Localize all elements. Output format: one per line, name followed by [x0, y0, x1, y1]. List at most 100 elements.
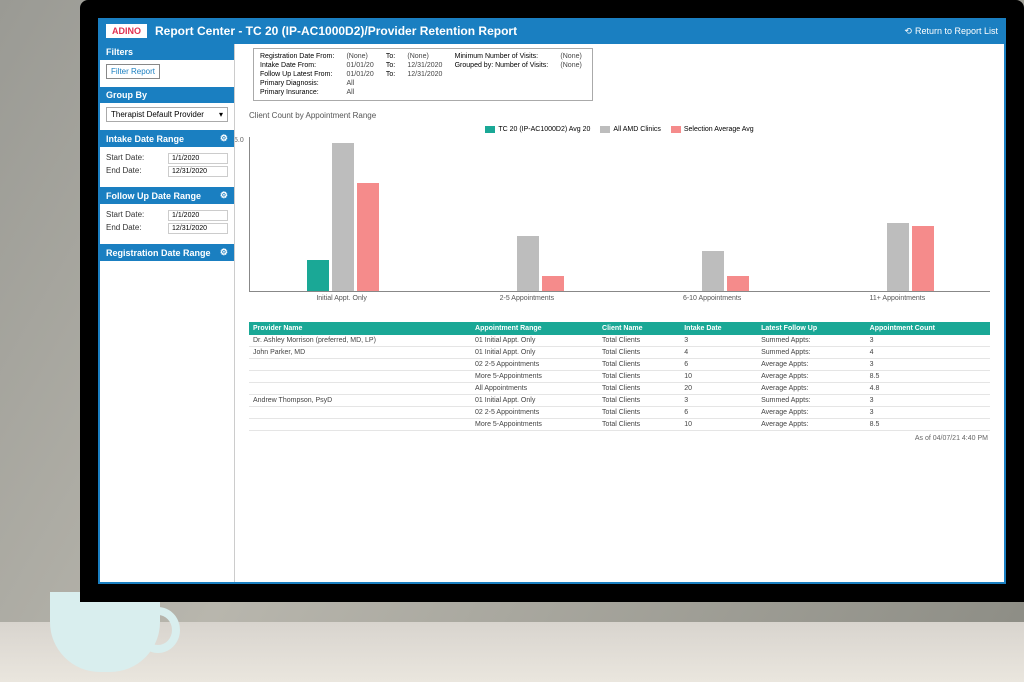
chart-bar	[727, 276, 749, 291]
intake-end-label: End Date:	[106, 166, 142, 177]
brand-logo[interactable]: ADINO	[106, 24, 147, 38]
table-cell: 10	[680, 419, 757, 431]
legend-item: Selection Average Avg	[671, 126, 754, 133]
x-axis-label: 6-10 Appointments	[620, 292, 805, 302]
return-link[interactable]: ⟲ Return to Report List	[904, 26, 998, 37]
bar-chart: TC 20 (IP-AC1000D2) Avg 20 All AMD Clinic…	[249, 126, 990, 316]
gear-icon[interactable]: ⚙	[220, 190, 228, 201]
table-header: Provider Name	[249, 322, 471, 335]
table-cell: Total Clients	[598, 395, 680, 407]
param-value: 12/31/2020	[407, 71, 446, 78]
param-label: Grouped by: Number of Visits:	[455, 62, 553, 69]
page-title: Report Center - TC 20 (IP-AC1000D2)/Prov…	[155, 24, 904, 38]
table-cell: Total Clients	[598, 335, 680, 347]
registration-range-header[interactable]: Registration Date Range ⚙	[100, 244, 234, 261]
intake-start-label: Start Date:	[106, 153, 144, 164]
followup-range-header[interactable]: Follow Up Date Range ⚙	[100, 187, 234, 204]
chart-bar	[357, 183, 379, 291]
table-cell: 4	[866, 347, 990, 359]
table-cell: Summed Appts:	[757, 347, 866, 359]
table-cell: Summed Appts:	[757, 335, 866, 347]
param-value: 01/01/20	[346, 71, 377, 78]
followup-range-panel: Follow Up Date Range ⚙ Start Date: 1/1/2…	[100, 187, 234, 240]
param-label: Registration Date From:	[260, 53, 338, 60]
followup-range-label: Follow Up Date Range	[106, 191, 201, 201]
table-cell: 3	[680, 335, 757, 347]
table-row: More 5-AppointmentsTotal Clients10Averag…	[249, 419, 990, 431]
table-cell: 6	[680, 359, 757, 371]
table-cell: 20	[680, 383, 757, 395]
param-label: To:	[386, 53, 400, 60]
chart-bar	[307, 260, 329, 291]
param-value: (None)	[407, 53, 446, 60]
param-value: (None)	[346, 53, 377, 60]
chart-title: Client Count by Appointment Range	[249, 111, 996, 120]
main-layout: Filters Filter Report Group By Therapist…	[98, 44, 1006, 584]
intake-end-input[interactable]: 12/31/2020	[168, 166, 228, 177]
table-cell: 4	[680, 347, 757, 359]
param-value: All	[346, 89, 377, 96]
intake-range-header[interactable]: Intake Date Range ⚙	[100, 130, 234, 147]
table-cell: More 5-Appointments	[471, 371, 598, 383]
table-cell: 3	[866, 359, 990, 371]
table-row: Andrew Thompson, PsyD01 Initial Appt. On…	[249, 395, 990, 407]
table-cell: Average Appts:	[757, 371, 866, 383]
table-cell	[249, 407, 471, 419]
gear-icon[interactable]: ⚙	[220, 133, 228, 144]
table-cell: 02 2-5 Appointments	[471, 407, 598, 419]
footer-timestamp: As of 04/07/21 4:40 PM	[243, 431, 996, 446]
x-axis-label: 11+ Appointments	[805, 292, 990, 302]
table-row: 02 2-5 AppointmentsTotal Clients6Average…	[249, 359, 990, 371]
y-tick: 5.0	[235, 137, 244, 144]
legend-swatch	[600, 126, 610, 133]
x-axis-label: 2-5 Appointments	[434, 292, 619, 302]
gear-icon[interactable]: ⚙	[220, 247, 228, 258]
table-row: John Parker, MD01 Initial Appt. OnlyTota…	[249, 347, 990, 359]
bar-group	[805, 137, 990, 291]
table-cell: Average Appts:	[757, 407, 866, 419]
chart-bar	[542, 276, 564, 291]
table-cell	[249, 419, 471, 431]
param-label: Minimum Number of Visits:	[455, 53, 553, 60]
table-header: Intake Date	[680, 322, 757, 335]
monitor-frame: ADINO Report Center - TC 20 (IP-AC1000D2…	[80, 0, 1024, 602]
legend-swatch	[671, 126, 681, 133]
table-cell	[249, 359, 471, 371]
intake-range-label: Intake Date Range	[106, 134, 184, 144]
table-cell: 3	[680, 395, 757, 407]
report-parameters-box: Registration Date From:(None) To:(None) …	[253, 48, 593, 101]
legend-label: All AMD Clinics	[613, 126, 660, 133]
table-cell: Summed Appts:	[757, 395, 866, 407]
table-cell: Total Clients	[598, 383, 680, 395]
table-header: Appointment Count	[866, 322, 990, 335]
param-label: Primary Diagnosis:	[260, 80, 338, 87]
table-cell: 3	[866, 407, 990, 419]
table-header: Latest Follow Up	[757, 322, 866, 335]
legend-item: TC 20 (IP-AC1000D2) Avg 20	[485, 126, 590, 133]
bar-group	[620, 137, 805, 291]
table-cell: Total Clients	[598, 371, 680, 383]
table-cell	[249, 371, 471, 383]
y-axis: 5.0	[235, 137, 244, 291]
table-cell: Total Clients	[598, 419, 680, 431]
topbar: ADINO Report Center - TC 20 (IP-AC1000D2…	[98, 18, 1006, 44]
followup-end-input[interactable]: 12/31/2020	[168, 223, 228, 234]
intake-start-input[interactable]: 1/1/2020	[168, 153, 228, 164]
filters-panel: Filters Filter Report	[100, 44, 234, 83]
param-label: Primary Insurance:	[260, 89, 338, 96]
x-axis-labels: Initial Appt. Only2-5 Appointments6-10 A…	[249, 292, 990, 302]
followup-start-input[interactable]: 1/1/2020	[168, 210, 228, 221]
table-row: 02 2-5 AppointmentsTotal Clients6Average…	[249, 407, 990, 419]
filters-header: Filters	[100, 44, 234, 60]
followup-start-label: Start Date:	[106, 210, 144, 221]
table-cell: 01 Initial Appt. Only	[471, 395, 598, 407]
table-cell: 8.5	[866, 419, 990, 431]
legend-item: All AMD Clinics	[600, 126, 660, 133]
group-by-dropdown[interactable]: Therapist Default Provider ▾	[106, 107, 228, 122]
group-by-panel: Group By Therapist Default Provider ▾	[100, 87, 234, 126]
registration-range-label: Registration Date Range	[106, 248, 211, 258]
bar-group	[435, 137, 620, 291]
filter-report-button[interactable]: Filter Report	[106, 64, 160, 79]
group-by-value: Therapist Default Provider	[111, 110, 204, 119]
legend-label: TC 20 (IP-AC1000D2) Avg 20	[498, 126, 590, 133]
